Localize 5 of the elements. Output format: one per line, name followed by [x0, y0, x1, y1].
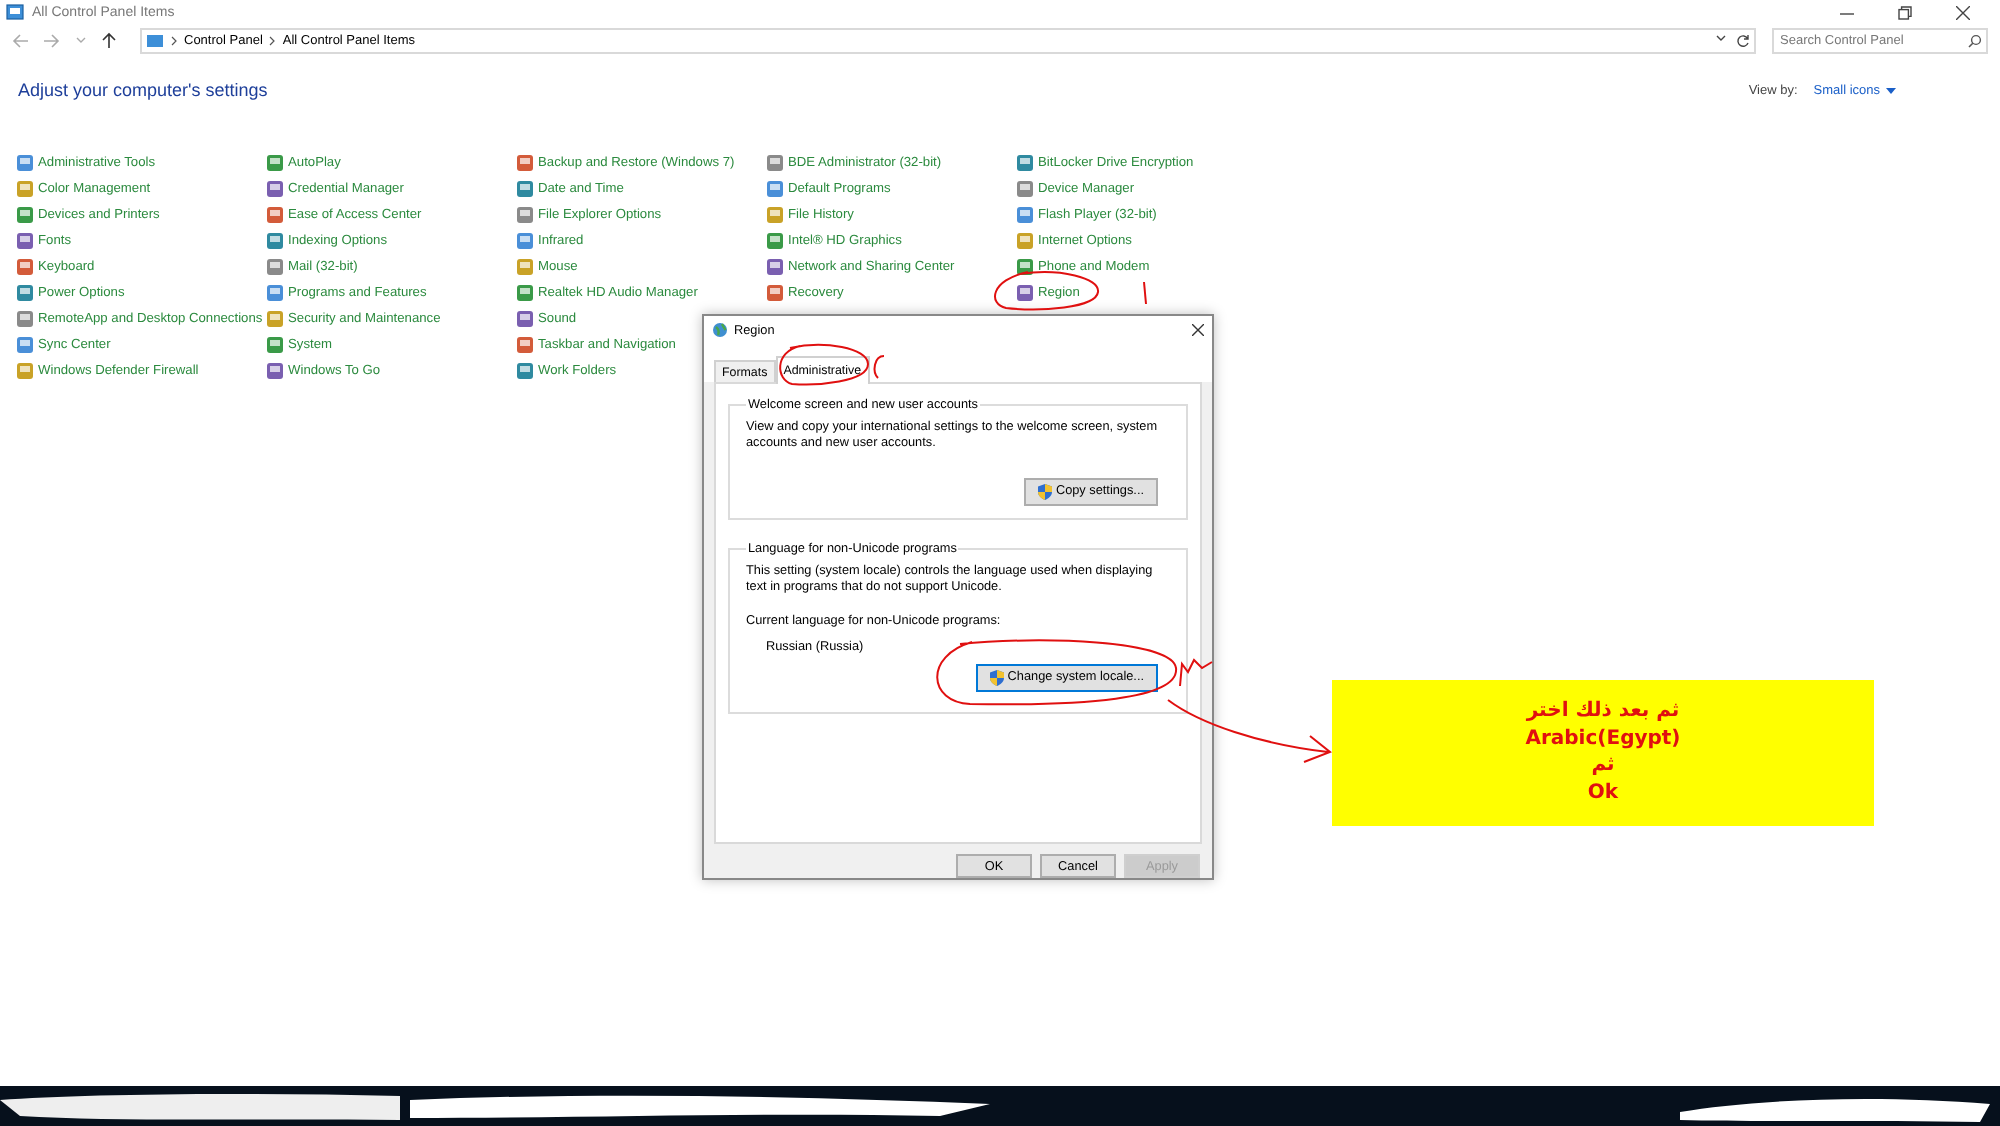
note-line: ثم: [1591, 754, 1615, 779]
page-heading: Adjust your computer's settings: [18, 80, 268, 100]
note-line: Ok: [1587, 781, 1619, 806]
note-line: Arabic(Egypt): [1525, 727, 1681, 752]
note-line: ثم بعد ذلك اختر: [1526, 700, 1680, 725]
